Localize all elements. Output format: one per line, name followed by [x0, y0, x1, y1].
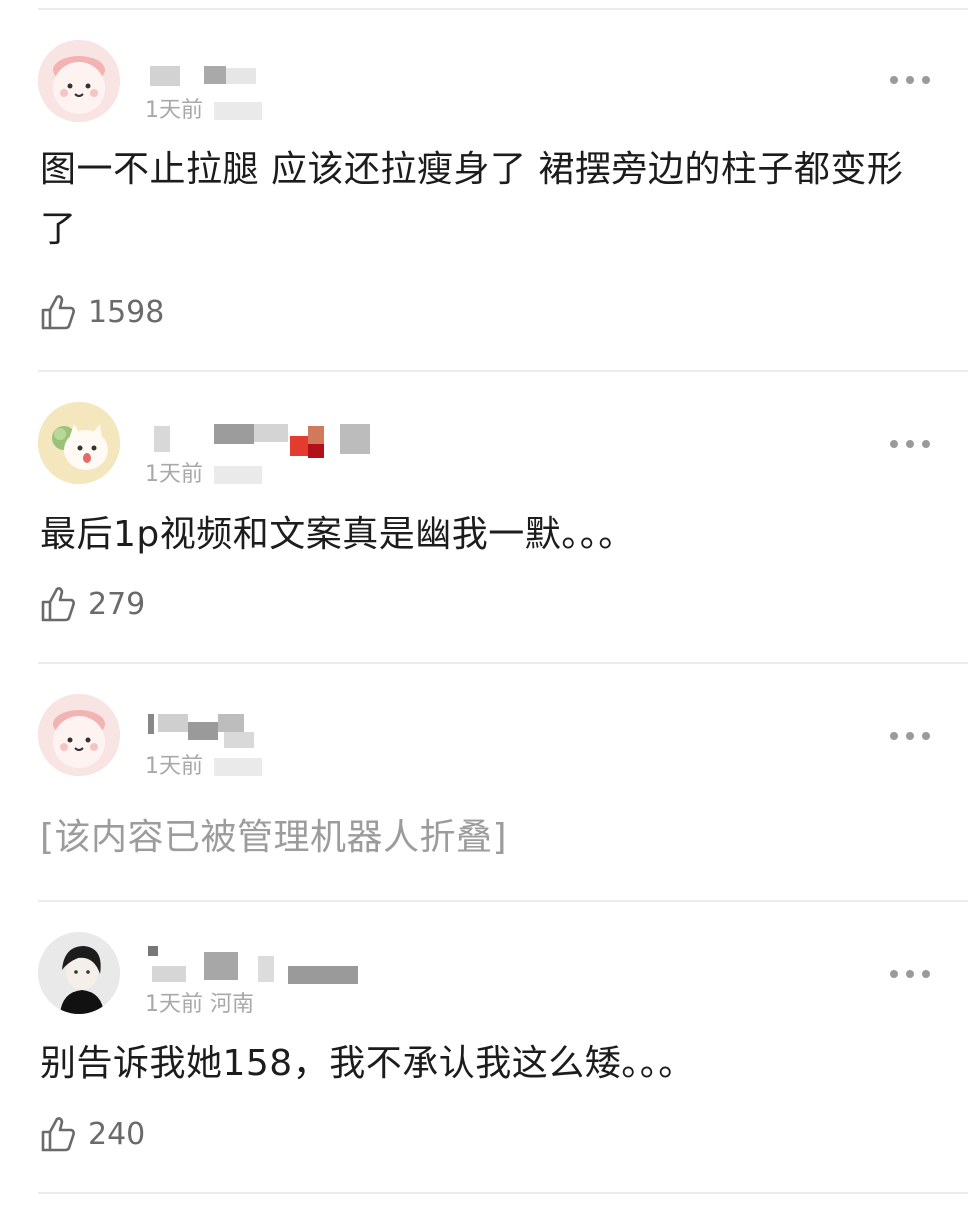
divider: [38, 900, 968, 902]
like-count: 1598: [88, 294, 165, 330]
more-options-button[interactable]: [890, 726, 930, 746]
username-blurred[interactable]: [148, 712, 378, 748]
like-count: 240: [88, 1116, 146, 1152]
pink-bunny-avatar-icon: [38, 694, 120, 776]
like-button[interactable]: 279: [40, 584, 145, 624]
thumbs-up-icon: [41, 1117, 75, 1152]
cat-with-cabbage-avatar-icon: [38, 402, 120, 484]
username-blurred[interactable]: [148, 946, 378, 984]
username-blurred[interactable]: [148, 420, 378, 458]
username-blurred[interactable]: [148, 64, 378, 88]
thumbs-up-icon: [41, 295, 75, 330]
more-options-button[interactable]: [890, 434, 930, 454]
comment-meta: 1天前 河南: [145, 992, 254, 1017]
comment-text: 最后1p视频和文案真是幽我一默。。。: [40, 514, 635, 555]
avatar[interactable]: [38, 40, 120, 122]
like-button[interactable]: 1598: [40, 292, 164, 332]
divider: [38, 370, 968, 372]
thumbs-up-icon: [41, 587, 75, 622]
avatar[interactable]: [38, 932, 120, 1014]
divider: [38, 662, 968, 664]
avatar[interactable]: [38, 402, 120, 484]
comment-text: 图一不止拉腿 应该还拉瘦身了 裙摆旁边的柱子都变形了: [40, 149, 904, 250]
avatar[interactable]: [38, 694, 120, 776]
comment-meta: 1天前: [145, 456, 262, 488]
more-options-button[interactable]: [890, 964, 930, 984]
comment-text: 别告诉我她158，我不承认我这么矮。。。: [40, 1043, 695, 1084]
divider: [38, 8, 968, 10]
divider: [38, 1192, 968, 1194]
pink-bunny-avatar-icon: [38, 40, 120, 122]
like-button[interactable]: 240: [40, 1114, 145, 1154]
more-options-button[interactable]: [890, 70, 930, 90]
folded-comment-text: [该内容已被管理机器人折叠]: [40, 817, 508, 858]
dark-hair-boy-avatar-icon: [38, 932, 120, 1014]
comment-meta: 1天前: [145, 92, 262, 124]
comment-meta: 1天前: [145, 748, 262, 780]
like-count: 279: [88, 586, 146, 622]
